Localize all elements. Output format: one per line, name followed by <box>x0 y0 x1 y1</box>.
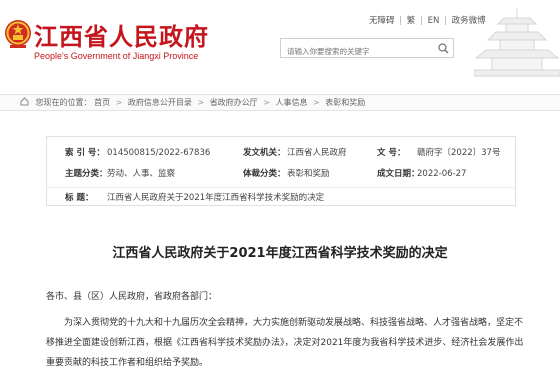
genre-value: 表彰和奖励 <box>287 169 330 179</box>
top-links: 无障碍 | 繁 | EN | 政务微博 <box>369 16 486 26</box>
info-row: 主题分类： 劳动、人事、监察 体裁分类： 表彰和奖励 成文日期： 2022-06… <box>47 164 515 184</box>
date-label: 成文日期： <box>377 169 420 179</box>
search-box <box>280 38 454 61</box>
genre-label: 体裁分类： <box>243 169 286 179</box>
doc-number-value: 赣府字〔2022〕37号 <box>417 148 501 158</box>
breadcrumb-separator: > <box>115 98 123 107</box>
document-info-table: 索 引 号： 014500815/2022-67836 发文机关： 江西省人民政… <box>46 136 516 206</box>
issuer-value: 江西省人民政府 <box>287 148 347 158</box>
site-title[interactable]: 江西省人民政府 <box>34 17 209 52</box>
article-paragraph: 为深入贯彻党的十九大和十九届历次全会精神，大力实施创新驱动发展战略、科技强省战略… <box>46 318 524 368</box>
info-row: 索 引 号： 014500815/2022-67836 发文机关： 江西省人民政… <box>47 143 515 163</box>
traditional-chinese-link[interactable]: 繁 <box>407 16 416 26</box>
home-icon <box>20 97 29 106</box>
breadcrumb-separator: > <box>197 98 205 107</box>
issuer-label: 发文机关： <box>243 148 286 158</box>
national-emblem-icon <box>5 20 31 48</box>
category-label: 主题分类： <box>65 169 108 179</box>
site-header: 江西省人民政府 People's Government of Jiangxi P… <box>0 0 560 84</box>
breadcrumb-label: 您现在的位置： <box>35 98 92 107</box>
breadcrumb-item-catalog[interactable]: 政府信息公开目录 <box>128 98 192 107</box>
search-button[interactable] <box>433 39 453 57</box>
subject-value: 江西省人民政府关于2021年度江西省科学技术奖励的决定 <box>107 193 325 203</box>
article-title: 江西省人民政府关于2021年度江西省科学技术奖励的决定 <box>112 246 448 261</box>
breadcrumb-item-personnel[interactable]: 人事信息 <box>275 98 307 107</box>
english-link[interactable]: EN <box>428 16 440 26</box>
breadcrumb-item-office[interactable]: 省政府办公厅 <box>210 98 258 107</box>
breadcrumb-separator: > <box>263 98 270 107</box>
breadcrumb-item-awards[interactable]: 表彰和奖励 <box>325 98 365 107</box>
breadcrumb-item-home[interactable]: 首页 <box>94 98 110 107</box>
search-input[interactable] <box>281 42 421 61</box>
info-row: 标 题： 江西省人民政府关于2021年度江西省科学技术奖励的决定 <box>47 187 515 207</box>
tengwang-pavilion-icon <box>474 8 560 77</box>
doc-number-label: 文 号： <box>377 148 406 158</box>
article-addressee: 各市、县（区）人民政府，省政府各部门： <box>46 292 218 302</box>
index-label: 索 引 号： <box>65 148 105 158</box>
date-value: 2022-06-27 <box>417 169 467 179</box>
subject-label: 标 题： <box>65 193 94 203</box>
search-icon <box>437 42 448 53</box>
site-title-english: People's Government of Jiangxi Province <box>34 51 199 61</box>
category-value: 劳动、人事、监察 <box>107 169 176 179</box>
breadcrumb: 您现在的位置： 首页 > 政府信息公开目录 > 省政府办公厅 > 人事信息 > … <box>0 94 560 111</box>
breadcrumb-separator: > <box>313 98 320 107</box>
accessibility-link[interactable]: 无障碍 <box>369 16 395 26</box>
index-value: 014500815/2022-67836 <box>107 148 211 158</box>
